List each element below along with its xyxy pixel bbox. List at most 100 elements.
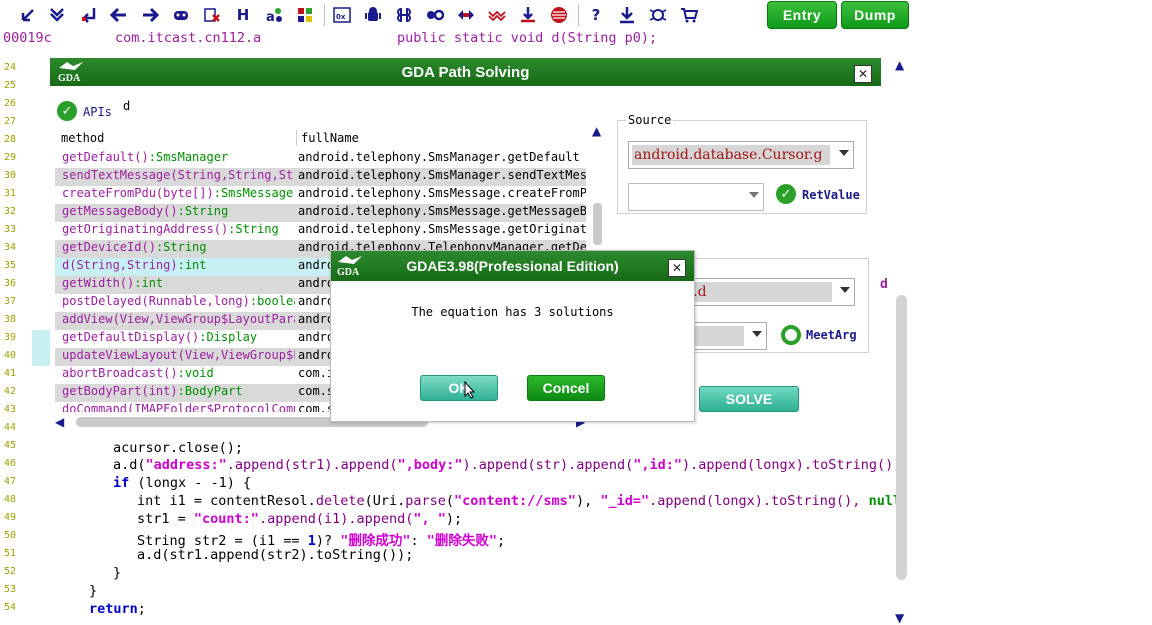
pattern-icon[interactable] <box>486 4 508 26</box>
method-cell: getDefault():SmsManager <box>62 150 295 164</box>
android-icon[interactable] <box>362 4 384 26</box>
heading-icon[interactable]: H <box>232 4 254 26</box>
cancel-button[interactable]: Concel <box>527 375 605 401</box>
method-name: getDeviceId <box>62 240 142 254</box>
line-number: 50 <box>4 530 17 541</box>
line-number: 27 <box>4 116 17 127</box>
line-number: 44 <box>4 422 17 433</box>
link-icon[interactable] <box>424 4 446 26</box>
method-cell: getDefaultDisplay():Display <box>62 330 295 344</box>
method-signature: public static void d(String p0); <box>397 30 658 46</box>
table-row[interactable]: sendTextMessage(String,String,Str android… <box>55 168 586 186</box>
solve-button[interactable]: SOLVE <box>699 386 799 412</box>
dialog-titlebar: GDAE3.98(Professional Edition) <box>331 251 694 281</box>
malware-scan-icon[interactable] <box>647 4 669 26</box>
column-divider <box>296 130 297 146</box>
list-scroll-up-icon[interactable]: ▲ <box>592 124 601 138</box>
meetarg-radio[interactable] <box>781 325 801 345</box>
list-scroll-left-icon[interactable]: ◀ <box>55 415 64 429</box>
list-scrollbar-thumb[interactable] <box>593 203 602 245</box>
method-cell: updateViewLayout(View,ViewGroup$L <box>62 348 295 362</box>
gamepad-icon[interactable] <box>170 4 192 26</box>
line-number: 33 <box>4 224 17 235</box>
return-arrow-icon[interactable] <box>78 4 100 26</box>
ok-button[interactable]: OK <box>420 375 498 401</box>
download-arrow-icon[interactable] <box>46 4 68 26</box>
meetarg-label: MeetArg <box>806 328 857 342</box>
method-name: getMessageBody <box>62 204 164 218</box>
line-number: 40 <box>4 350 17 361</box>
fullname-cell: android.telephony.SmsManager.sendTextMes… <box>298 168 586 182</box>
method-args: () <box>163 366 178 380</box>
line-number: 29 <box>4 152 17 163</box>
close-icon[interactable]: ✕ <box>854 65 872 83</box>
target-icon[interactable] <box>548 4 570 26</box>
method-args: () <box>134 150 149 164</box>
toolbar: H a 0x ? Entry Dump <box>0 0 1152 30</box>
code-line-54: return; <box>89 601 146 617</box>
save-icon[interactable] <box>616 4 638 26</box>
cross-reference-icon[interactable] <box>455 4 477 26</box>
line-number: 28 <box>4 134 17 145</box>
fullname-cell: android.telephony.SmsMessage.createFromP… <box>298 186 586 200</box>
table-row[interactable]: createFromPdu(byte[]):SmsMessage android.… <box>55 186 586 204</box>
source-label: Source <box>626 113 674 127</box>
method-name: getDefaultDisplay <box>62 330 185 344</box>
entry-button[interactable]: Entry <box>767 1 837 29</box>
column-header-method[interactable]: method <box>61 131 104 145</box>
table-row[interactable]: getDefault():SmsManager android.telephony… <box>55 150 586 168</box>
hex-view-icon[interactable]: 0x <box>331 4 353 26</box>
apis-label: APIs <box>83 105 112 119</box>
method-name: getOriginatingAddress <box>62 222 214 236</box>
code-line-46: a.d("address:".append(str1).append(",bod… <box>113 457 902 473</box>
arrow-back-icon[interactable] <box>17 4 39 26</box>
method-return-type: :SmsMessage <box>213 186 294 200</box>
method-args: (int) <box>141 384 178 398</box>
dump-button[interactable]: Dump <box>841 1 909 29</box>
line-number: 38 <box>4 314 17 325</box>
method-args: () <box>184 330 200 344</box>
line-number: 41 <box>4 368 17 379</box>
line-number: 34 <box>4 242 17 253</box>
right-arrow-icon[interactable] <box>139 4 161 26</box>
color-grid-icon[interactable] <box>294 4 316 26</box>
code-scrollbar-thumb[interactable] <box>896 295 907 580</box>
window-title: GDA Path Solving <box>401 63 530 81</box>
help-icon[interactable]: ? <box>585 4 607 26</box>
close-icon[interactable]: ✕ <box>668 259 686 277</box>
cart-icon[interactable] <box>678 4 700 26</box>
sink-method-label: d <box>880 277 888 292</box>
fullname-cell: android.telephony.SmsMessage.getMessageB… <box>298 204 586 218</box>
method-return-type: :int <box>134 276 164 290</box>
line-number: 24 <box>4 62 17 73</box>
left-arrow-icon[interactable] <box>108 4 130 26</box>
code-line-51: a.d(str1.append(str2).toString()); <box>137 547 414 563</box>
method-args: (IMAPFolder$ProtocolComm <box>127 402 295 412</box>
method-args: (String,String) <box>69 258 178 272</box>
method-return-type: :Display <box>199 330 258 344</box>
scroll-down-arrow-icon[interactable]: ▼ <box>895 611 907 625</box>
code-line-48: int i1 = contentResol.delete(Uri.parse("… <box>137 493 902 509</box>
retvalue-label: RetValue <box>802 188 860 202</box>
line-number: 54 <box>4 602 17 613</box>
column-header-fullname[interactable]: fullName <box>301 131 359 145</box>
result-dialog: GDAE3.98(Professional Edition) GDA ✕ The… <box>330 250 695 422</box>
table-row[interactable]: getMessageBody():String android.telephony… <box>55 204 586 222</box>
table-row[interactable]: getOriginatingAddress():String android.te… <box>55 222 586 240</box>
apis-check-icon[interactable]: ✓ <box>57 101 77 121</box>
line-number: 37 <box>4 296 17 307</box>
source-combo[interactable]: android.database.Cursor.g <box>628 141 854 169</box>
method-return-type: :String <box>228 222 279 236</box>
method-return-type: :BodyPart <box>177 384 243 398</box>
source-param-combo[interactable] <box>628 183 764 211</box>
line-number: 43 <box>4 404 17 415</box>
method-return-type: :String <box>155 240 207 254</box>
method-return-type: :boolea <box>249 294 295 308</box>
command-icon[interactable] <box>393 4 415 26</box>
clear-icon[interactable] <box>201 4 223 26</box>
scroll-up-arrow-icon[interactable]: ▲ <box>895 58 907 72</box>
pin-icon[interactable] <box>517 4 539 26</box>
line-number: 53 <box>4 584 17 595</box>
retvalue-check-icon[interactable]: ✓ <box>776 184 796 204</box>
string-icon[interactable]: a <box>263 4 285 26</box>
